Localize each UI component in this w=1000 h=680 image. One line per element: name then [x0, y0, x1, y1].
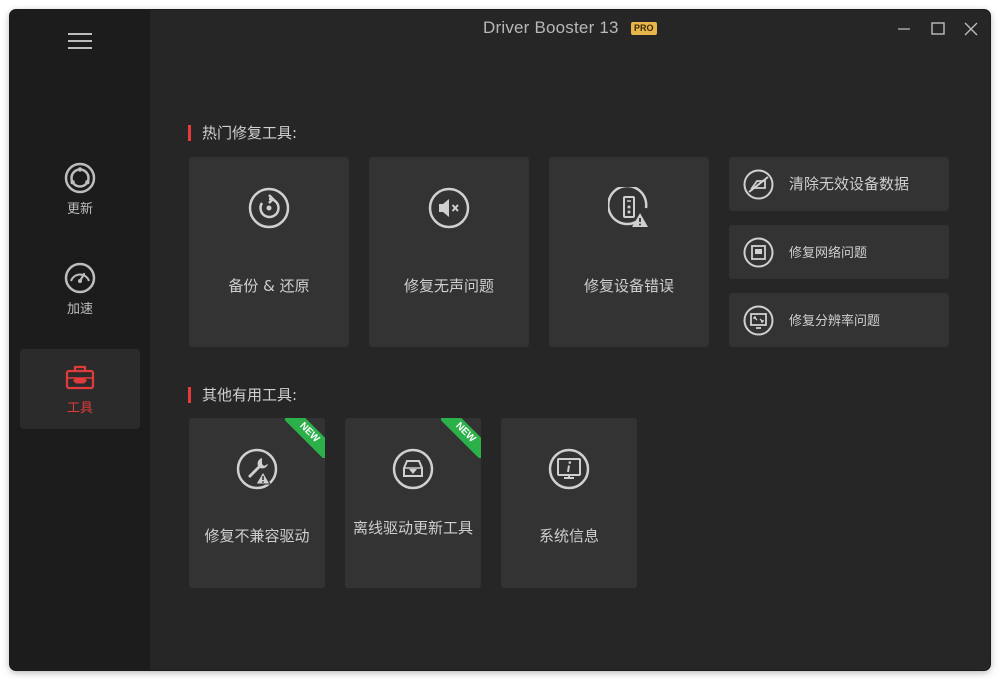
card-label: 离线驱动更新工具	[352, 519, 473, 537]
side-item-label: 清除无效设备数据	[789, 175, 910, 193]
side-item-label: 修复分辨率问题	[789, 314, 881, 329]
clear-device-data-item[interactable]: 清除无效设备数据	[729, 157, 949, 211]
fix-resolution-item[interactable]: 修复分辨率问题	[729, 293, 949, 347]
new-ribbon: NEW	[441, 418, 481, 458]
fix-network-item[interactable]: 修复网络问题	[729, 225, 949, 279]
close-button[interactable]	[960, 18, 982, 40]
speedometer-icon	[64, 262, 96, 294]
offline-download-icon	[392, 448, 434, 490]
clear-device-data-icon	[743, 169, 774, 200]
speaker-muted-icon	[428, 187, 470, 229]
monitor-resolution-icon	[743, 305, 774, 336]
card-label: 修复设备错误	[583, 277, 674, 295]
update-refresh-icon	[64, 162, 96, 194]
sidebar-item-tools[interactable]: 工具	[20, 349, 140, 429]
monitor-info-icon	[548, 448, 590, 490]
app-window: 更新 加速 工具 Driver Booster 13 PRO 热门修复工具: 备…	[10, 10, 990, 670]
pro-badge: PRO	[631, 22, 657, 35]
card-label: 系统信息	[538, 527, 599, 545]
other-tools-title: 其他有用工具:	[188, 387, 297, 403]
fix-no-sound-card[interactable]: 修复无声问题	[369, 157, 529, 347]
hamburger-menu-icon[interactable]	[68, 33, 92, 49]
system-info-card[interactable]: 系统信息	[501, 418, 637, 588]
sidebar-item-label: 工具	[66, 401, 93, 416]
offline-driver-update-card[interactable]: 离线驱动更新工具 NEW	[345, 418, 481, 588]
card-label: 备份 & 还原	[228, 277, 310, 295]
sidebar-item-speedup[interactable]: 加速	[20, 250, 140, 330]
minimize-button[interactable]	[893, 18, 915, 40]
maximize-button[interactable]	[927, 18, 949, 40]
hot-tools-title: 热门修复工具:	[188, 125, 297, 141]
fix-device-error-card[interactable]: 修复设备错误	[549, 157, 709, 347]
minimize-icon	[898, 28, 910, 30]
sidebar-item-label: 加速	[66, 302, 93, 317]
side-item-label: 修复网络问题	[789, 246, 868, 261]
backup-restore-card[interactable]: 备份 & 还原	[189, 157, 349, 347]
sidebar-item-update[interactable]: 更新	[20, 150, 140, 230]
maximize-icon	[931, 22, 945, 35]
window-title: Driver Booster 13	[483, 18, 619, 37]
sidebar-item-label: 更新	[66, 202, 93, 217]
close-icon	[964, 22, 978, 36]
toolbox-icon	[64, 361, 96, 393]
card-label: 修复无声问题	[403, 277, 494, 295]
device-warning-icon	[608, 187, 650, 229]
sidebar: 更新 加速 工具	[10, 10, 150, 670]
new-ribbon: NEW	[285, 418, 325, 458]
wrench-warning-icon	[236, 448, 278, 490]
backup-restore-icon	[248, 187, 290, 229]
card-label: 修复不兼容驱动	[204, 527, 310, 545]
fix-incompatible-driver-card[interactable]: 修复不兼容驱动 NEW	[189, 418, 325, 588]
network-port-icon	[743, 237, 774, 268]
